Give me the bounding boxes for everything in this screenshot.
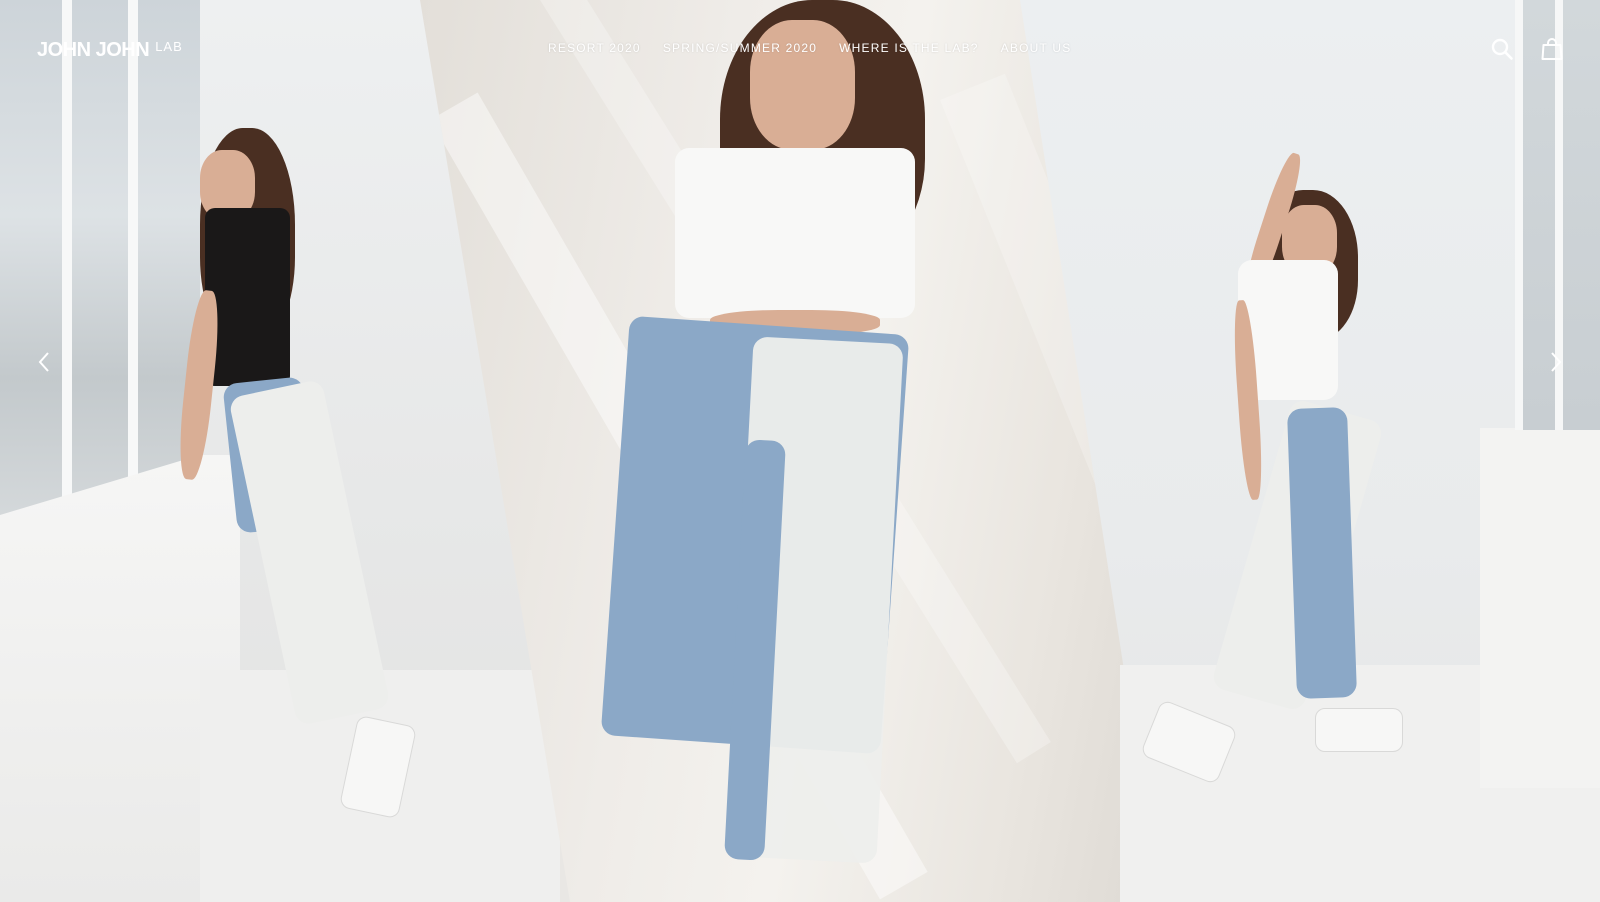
chevron-right-icon <box>1551 352 1562 372</box>
chevron-left-icon <box>38 352 49 372</box>
model-jeans-blue <box>1286 407 1358 699</box>
logo-main-text: JOHN JOHN <box>37 39 150 61</box>
site-logo[interactable]: JOHN JOHN LAB <box>37 38 183 62</box>
wall-decor <box>1480 428 1600 788</box>
nav-item-spring-summer-2020[interactable]: SPRING/SUMMER 2020 <box>663 40 817 56</box>
model-shoe <box>1315 708 1403 752</box>
search-icon <box>1491 38 1513 60</box>
hero-slideshow <box>0 0 1600 902</box>
nav-item-about-us[interactable]: ABOUT US <box>1001 40 1072 56</box>
cart-button[interactable] <box>1537 34 1567 64</box>
model-top <box>675 148 915 318</box>
logo-sub-text: LAB <box>155 39 183 54</box>
model-top <box>205 208 290 386</box>
search-button[interactable] <box>1487 34 1517 64</box>
main-nav: RESORT 2020 SPRING/SUMMER 2020 WHERE IS … <box>548 40 1071 56</box>
slideshow-prev-button[interactable] <box>32 350 56 374</box>
site-header: JOHN JOHN LAB RESORT 2020 SPRING/SUMMER … <box>0 0 1600 100</box>
slideshow-next-button[interactable] <box>1544 350 1568 374</box>
shopping-bag-icon <box>1541 38 1563 60</box>
nav-item-resort-2020[interactable]: RESORT 2020 <box>548 40 641 56</box>
nav-item-where-is-the-lab[interactable]: WHERE IS THE LAB? <box>839 40 979 56</box>
